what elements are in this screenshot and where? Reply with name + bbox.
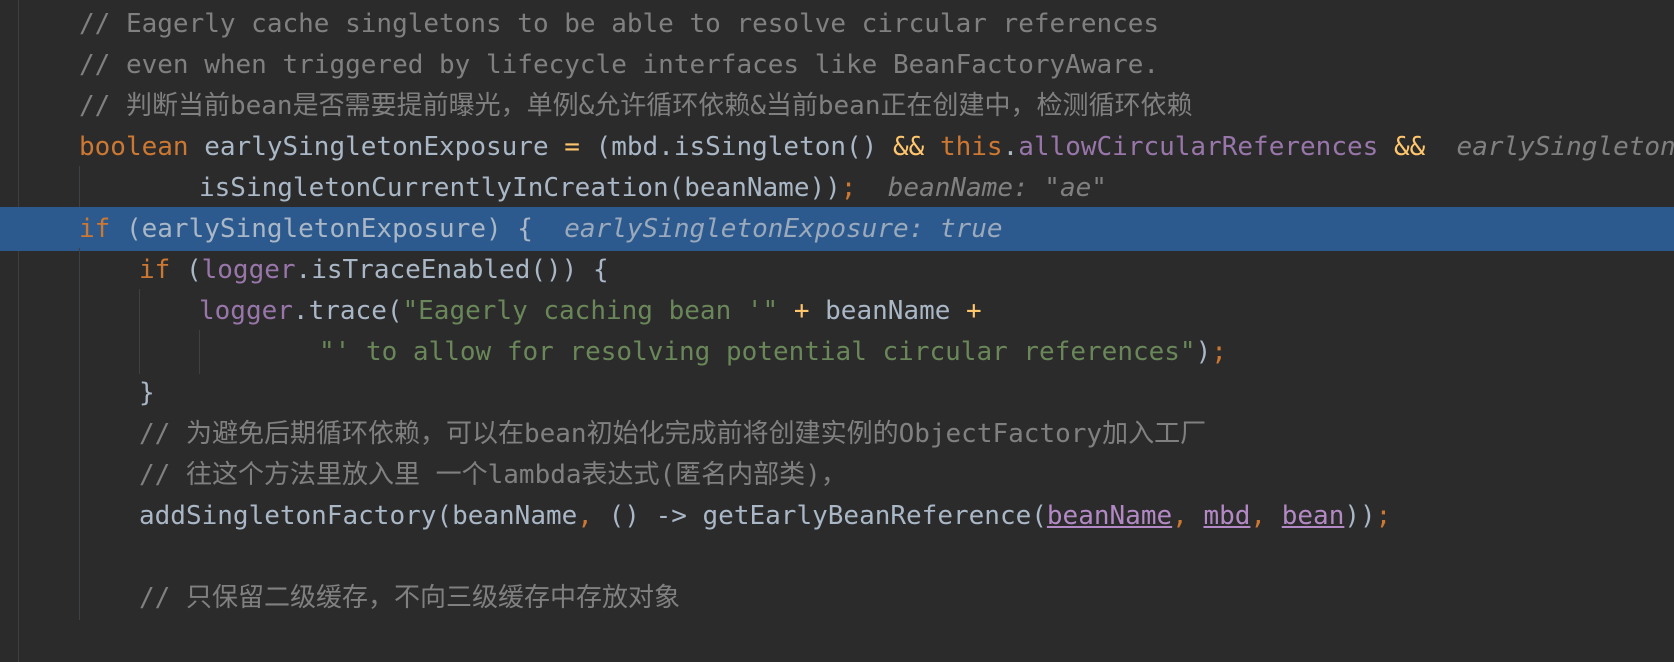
method-call: isSingletonCurrentlyInCreation(beanName)… xyxy=(199,173,841,203)
string-literal: "' to allow for resolving potential circ… xyxy=(319,337,1196,367)
indent-guide xyxy=(79,494,80,538)
captured-variable: bean xyxy=(1281,501,1345,531)
code-line-10[interactable]: } xyxy=(0,371,1674,415)
variable-name: beanName xyxy=(809,296,951,326)
debug-inline-value: earlySingletonExposure: true xyxy=(532,214,1003,244)
field-reference: allowCircularReferences xyxy=(1018,132,1379,162)
comment: // even when triggered by lifecycle inte… xyxy=(79,50,1160,80)
code-line-2[interactable]: // even when triggered by lifecycle inte… xyxy=(0,43,1674,87)
indent-guide xyxy=(199,330,200,374)
operator-plus: + xyxy=(778,296,810,326)
indent-guide xyxy=(79,371,80,415)
code-line-12[interactable]: // 往这个方法里放入里 一个lambda表达式(匿名内部类)， xyxy=(0,453,1674,497)
indent-guide xyxy=(79,535,80,579)
comment: // 为避免后期循环依赖，可以在bean初始化完成前将创建实例的ObjectFa… xyxy=(139,419,1207,449)
dot: . xyxy=(1002,132,1019,162)
method-call: addSingletonFactory(beanName xyxy=(139,501,578,531)
code-text: if (logger.isTraceEnabled()) { xyxy=(139,248,609,292)
paren: ) xyxy=(1195,337,1212,367)
code-line-4[interactable]: boolean earlySingletonExposure = (mbd.is… xyxy=(0,125,1674,169)
indent-guide xyxy=(79,412,80,456)
code-line-1[interactable]: // Eagerly cache singletons to be able t… xyxy=(0,2,1674,46)
comma: , xyxy=(577,501,609,531)
comment: // 只保留二级缓存，不向三级缓存中存放对象 xyxy=(139,583,680,613)
code-line-15[interactable]: // 只保留二级缓存，不向三级缓存中存放对象 xyxy=(0,576,1674,620)
indent-guide xyxy=(139,330,140,374)
indent-guide xyxy=(79,576,80,620)
code-text: if (earlySingletonExposure) { earlySingl… xyxy=(79,207,1003,251)
closing-brace: } xyxy=(139,378,155,408)
code-text: logger.trace("Eagerly caching bean '" + … xyxy=(199,289,982,333)
debug-inline-value: beanName: "ae" xyxy=(856,173,1107,203)
string-literal: "Eagerly caching bean '" xyxy=(402,296,779,326)
comment: // Eagerly cache singletons to be able t… xyxy=(79,9,1160,39)
code-text: isSingletonCurrentlyInCreation(beanName)… xyxy=(199,166,1107,210)
code-line-7[interactable]: if (logger.isTraceEnabled()) { xyxy=(0,248,1674,292)
indent-guide xyxy=(79,166,80,210)
code-line-6-current[interactable]: if (earlySingletonExposure) { earlySingl… xyxy=(0,207,1674,251)
semicolon: ; xyxy=(1211,337,1227,367)
indent-guide xyxy=(79,330,80,374)
semicolon: ; xyxy=(840,173,857,203)
indent-guide xyxy=(79,248,80,292)
comma: , xyxy=(1172,501,1204,531)
code-line-11[interactable]: // 为避免后期循环依赖，可以在bean初始化完成前将创建实例的ObjectFa… xyxy=(0,412,1674,456)
captured-variable: mbd xyxy=(1203,501,1251,531)
field-reference: logger xyxy=(199,296,293,326)
code-text: boolean earlySingletonExposure = (mbd.is… xyxy=(79,125,1674,169)
indent-guide xyxy=(139,289,140,333)
method-call: .trace( xyxy=(292,296,403,326)
operator-and: && xyxy=(893,132,925,162)
code-line-14[interactable] xyxy=(0,535,1674,579)
keyword-if: if xyxy=(139,255,171,285)
variable-name: earlySingletonExposure xyxy=(188,132,565,162)
semicolon: ; xyxy=(1375,501,1392,531)
code-line-9[interactable]: "' to allow for resolving potential circ… xyxy=(0,330,1674,374)
operator-assign: = xyxy=(564,132,580,162)
lambda-expression: () -> getEarlyBeanReference( xyxy=(608,501,1047,531)
code-editor[interactable]: // Eagerly cache singletons to be able t… xyxy=(0,0,1674,662)
code-line-3[interactable]: // 判断当前bean是否需要提前曝光，单例&允许循环依赖&当前bean正在创建… xyxy=(0,84,1674,128)
field-reference: logger xyxy=(201,255,296,285)
keyword-boolean: boolean xyxy=(79,132,189,162)
operator-and: && xyxy=(1393,132,1426,162)
comment: // 判断当前bean是否需要提前曝光，单例&允许循环依赖&当前bean正在创建… xyxy=(79,91,1193,121)
code-text: "' to allow for resolving potential circ… xyxy=(319,330,1227,374)
paren: )) xyxy=(1344,501,1376,531)
comma: , xyxy=(1250,501,1282,531)
method-call: .isTraceEnabled()) { xyxy=(295,255,609,285)
method-call: (mbd.isSingleton() xyxy=(579,132,893,162)
indent-guide xyxy=(79,453,80,497)
debug-inline-value: earlySingletonExposure: true xyxy=(1456,132,1674,162)
indent-guide xyxy=(79,289,80,333)
code-line-8[interactable]: logger.trace("Eagerly caching bean '" + … xyxy=(0,289,1674,333)
keyword-this: this xyxy=(939,132,1003,162)
keyword-if: if xyxy=(79,214,111,244)
code-line-5[interactable]: isSingletonCurrentlyInCreation(beanName)… xyxy=(0,166,1674,210)
paren: ( xyxy=(170,255,202,285)
operator-plus: + xyxy=(950,296,982,326)
comment: // 往这个方法里放入里 一个lambda表达式(匿名内部类)， xyxy=(139,460,847,490)
code-line-13[interactable]: addSingletonFactory(beanName, () -> getE… xyxy=(0,494,1674,538)
condition: (earlySingletonExposure) { xyxy=(110,214,533,244)
code-text: addSingletonFactory(beanName, () -> getE… xyxy=(139,494,1391,538)
captured-variable: beanName xyxy=(1046,501,1173,531)
